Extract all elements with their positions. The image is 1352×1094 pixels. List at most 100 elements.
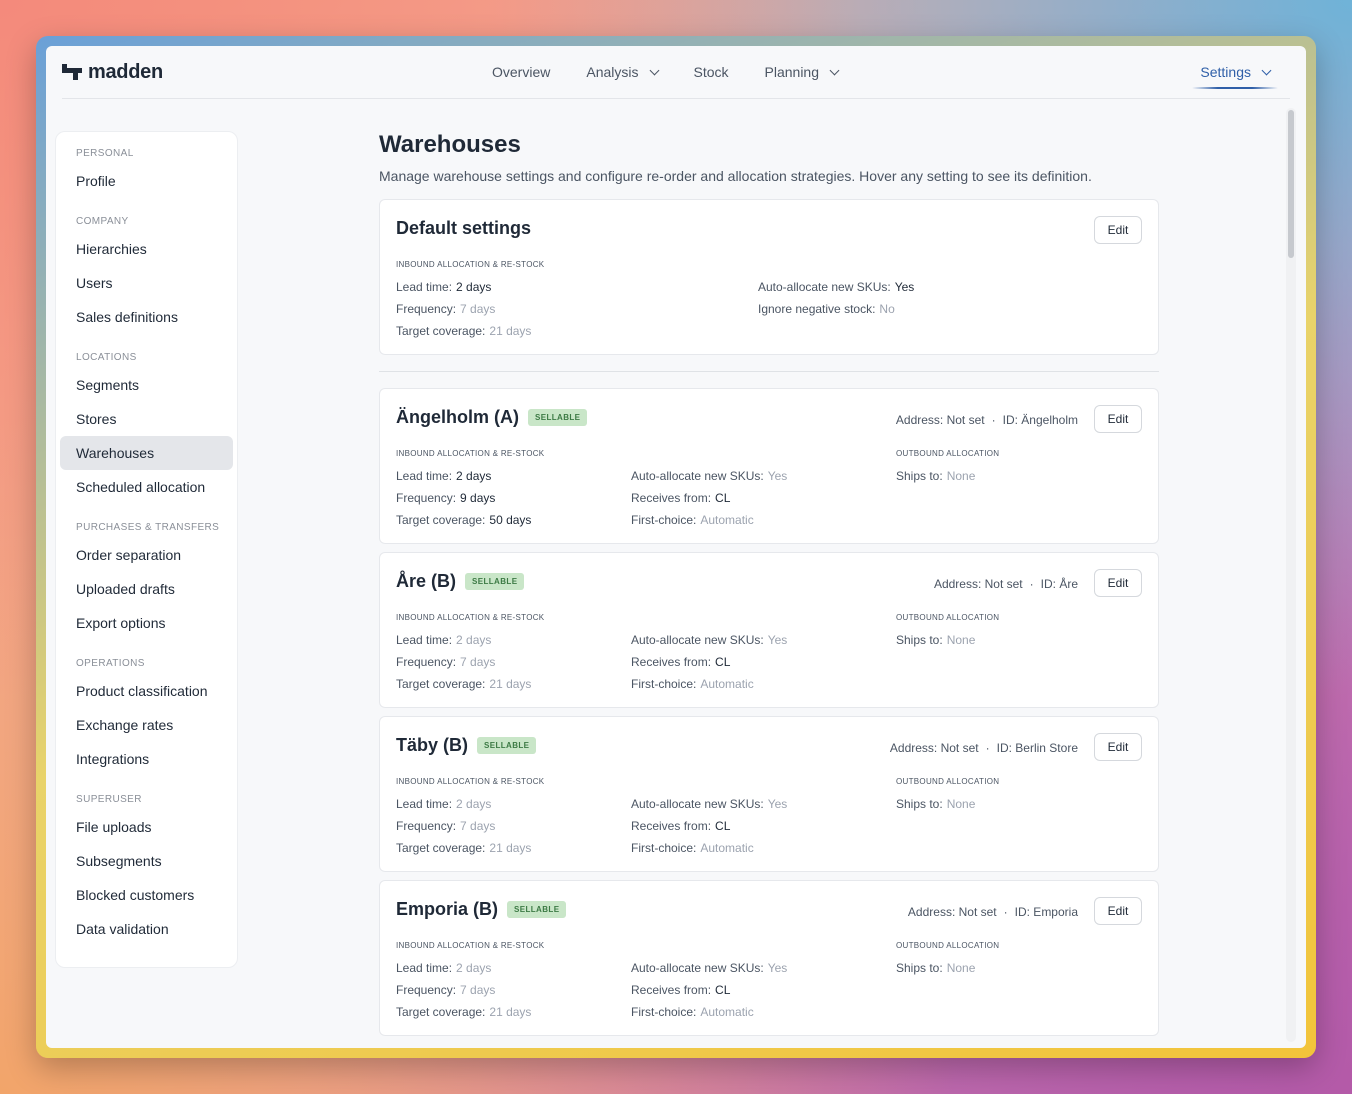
nav-stock[interactable]: Stock <box>694 64 729 80</box>
nav-overview[interactable]: Overview <box>492 64 550 80</box>
outbound-column: OUTBOUND ALLOCATION Ships to: None <box>896 776 999 815</box>
target-coverage-row[interactable]: Target coverage: 50 days <box>396 509 544 531</box>
sidebar-item-export-options[interactable]: Export options <box>60 606 233 640</box>
frequency-row[interactable]: Frequency: 7 days <box>396 298 544 320</box>
lead-time-row[interactable]: Lead time: 2 days <box>396 793 544 815</box>
sidebar-item-warehouses[interactable]: Warehouses <box>60 436 233 470</box>
outbound-column: OUTBOUND ALLOCATION Ships to: None <box>896 612 999 651</box>
first-choice-row[interactable]: First-choice: Automatic <box>631 1001 787 1023</box>
auto-allocate-value: Yes <box>767 633 788 647</box>
target-coverage-row[interactable]: Target coverage: 21 days <box>396 673 544 695</box>
nav-analysis[interactable]: Analysis <box>586 64 659 80</box>
auto-allocate-row[interactable]: Auto-allocate new SKUs: Yes <box>631 793 787 815</box>
sidebar-section: OPERATIONS Product classification Exchange… <box>56 656 237 776</box>
frequency-row[interactable]: Frequency: 7 days <box>396 815 544 837</box>
warehouse-name: Emporia (B) <box>396 899 499 919</box>
sidebar-item-uploaded-drafts[interactable]: Uploaded drafts <box>60 572 233 606</box>
auto-allocate-row[interactable]: Auto-allocate new SKUs: Yes <box>631 629 787 651</box>
sidebar-section-title: COMPANY <box>76 216 129 227</box>
outbound-column: OUTBOUND ALLOCATION Ships to: None <box>896 448 999 487</box>
ships-to-row[interactable]: Ships to: None <box>896 465 999 487</box>
nav-overview-label: Overview <box>492 64 551 80</box>
sidebar-item-hierarchies[interactable]: Hierarchies <box>60 232 233 266</box>
nav-planning[interactable]: Planning <box>764 64 840 80</box>
lead-time-label: Lead time: <box>396 280 453 294</box>
receives-from-row[interactable]: Receives from: CL <box>631 815 787 837</box>
scrollbar-thumb[interactable] <box>1288 110 1294 258</box>
edit-button[interactable]: Edit <box>1094 569 1142 597</box>
receives-from-value: CL <box>715 491 731 505</box>
nav-analysis-label: Analysis <box>586 64 639 80</box>
main-nav: Overview Analysis Stock Planning <box>492 46 874 99</box>
auto-allocate-row[interactable]: Auto-allocate new SKUs: Yes <box>631 957 787 979</box>
target-coverage-row[interactable]: Target coverage: 21 days <box>396 1001 544 1023</box>
auto-allocate-value: Yes <box>894 280 915 294</box>
target-coverage-row[interactable]: Target coverage: 21 days <box>396 320 544 342</box>
frequency-value: 7 days <box>460 302 496 316</box>
frequency-label: Frequency: <box>396 302 457 316</box>
middle-column: Auto-allocate new SKUs: Yes Receives from… <box>631 957 787 1023</box>
sidebar-item-stores[interactable]: Stores <box>60 402 233 436</box>
warehouse-meta: Address: Not set · ID: Ängelholm <box>896 413 1078 427</box>
frequency-row[interactable]: Frequency: 7 days <box>396 979 544 1001</box>
divider <box>379 371 1159 372</box>
ignore-negative-value: No <box>879 302 895 316</box>
ships-to-label: Ships to: <box>896 961 943 975</box>
sidebar-item-users[interactable]: Users <box>60 266 233 300</box>
sidebar-item-integrations[interactable]: Integrations <box>60 742 233 776</box>
lead-time-row[interactable]: Lead time: 2 days <box>396 957 544 979</box>
receives-from-row[interactable]: Receives from: CL <box>631 979 787 1001</box>
auto-allocate-value: Yes <box>767 961 788 975</box>
warehouse-title: Ängelholm (A) SELLABLE <box>396 407 588 428</box>
ships-to-row[interactable]: Ships to: None <box>896 793 999 815</box>
sidebar-item-order-separation[interactable]: Order separation <box>60 538 233 572</box>
sidebar-item-product-classification[interactable]: Product classification <box>60 674 233 708</box>
frequency-row[interactable]: Frequency: 7 days <box>396 651 544 673</box>
target-coverage-label: Target coverage: <box>396 1005 486 1019</box>
edit-button[interactable]: Edit <box>1094 897 1142 925</box>
lead-time-value: 2 days <box>456 633 492 647</box>
id-text: ID: Åre <box>1040 577 1078 591</box>
receives-from-row[interactable]: Receives from: CL <box>631 487 787 509</box>
nav-planning-label: Planning <box>764 64 820 80</box>
sidebar-item-profile[interactable]: Profile <box>60 164 233 198</box>
sidebar-item-segments[interactable]: Segments <box>60 368 233 402</box>
nav-settings[interactable]: Settings <box>1192 46 1278 99</box>
sidebar-item-data-validation[interactable]: Data validation <box>60 912 233 946</box>
target-coverage-value: 21 days <box>489 324 532 338</box>
ships-to-value: None <box>946 633 976 647</box>
id-text: ID: Emporia <box>1014 905 1078 919</box>
first-choice-row[interactable]: First-choice: Automatic <box>631 837 787 859</box>
auto-allocate-row[interactable]: Auto-allocate new SKUs: Yes <box>758 276 914 298</box>
lead-time-row[interactable]: Lead time: 2 days <box>396 465 544 487</box>
first-choice-row[interactable]: First-choice: Automatic <box>631 509 787 531</box>
receives-from-row[interactable]: Receives from: CL <box>631 651 787 673</box>
lead-time-label: Lead time: <box>396 633 453 647</box>
chevron-down-icon <box>1261 65 1272 75</box>
edit-button[interactable]: Edit <box>1094 733 1142 761</box>
sidebar-item-subsegments[interactable]: Subsegments <box>60 844 233 878</box>
frequency-row[interactable]: Frequency: 9 days <box>396 487 544 509</box>
lead-time-row[interactable]: Lead time: 2 days <box>396 276 544 298</box>
sidebar-item-exchange-rates[interactable]: Exchange rates <box>60 708 233 742</box>
sidebar-item-scheduled-allocation[interactable]: Scheduled allocation <box>60 470 233 504</box>
sidebar-item-sales-definitions[interactable]: Sales definitions <box>60 300 233 334</box>
ships-to-row[interactable]: Ships to: None <box>896 957 999 979</box>
edit-button[interactable]: Edit <box>1094 405 1142 433</box>
sidebar-item-file-uploads[interactable]: File uploads <box>60 810 233 844</box>
ships-to-value: None <box>946 961 976 975</box>
target-coverage-row[interactable]: Target coverage: 21 days <box>396 837 544 859</box>
edit-button[interactable]: Edit <box>1094 216 1142 244</box>
scrollbar[interactable] <box>1286 108 1296 1042</box>
ships-to-row[interactable]: Ships to: None <box>896 629 999 651</box>
auto-allocate-row[interactable]: Auto-allocate new SKUs: Yes <box>631 465 787 487</box>
logo[interactable]: madden <box>62 61 163 84</box>
lead-time-row[interactable]: Lead time: 2 days <box>396 629 544 651</box>
frequency-value: 9 days <box>460 491 496 505</box>
sidebar-item-blocked-customers[interactable]: Blocked customers <box>60 878 233 912</box>
first-choice-row[interactable]: First-choice: Automatic <box>631 673 787 695</box>
ignore-negative-row[interactable]: Ignore negative stock: No <box>758 298 914 320</box>
warehouse-meta: Address: Not set · ID: Åre <box>934 577 1078 591</box>
receives-from-value: CL <box>715 655 731 669</box>
first-choice-label: First-choice: <box>631 677 697 691</box>
